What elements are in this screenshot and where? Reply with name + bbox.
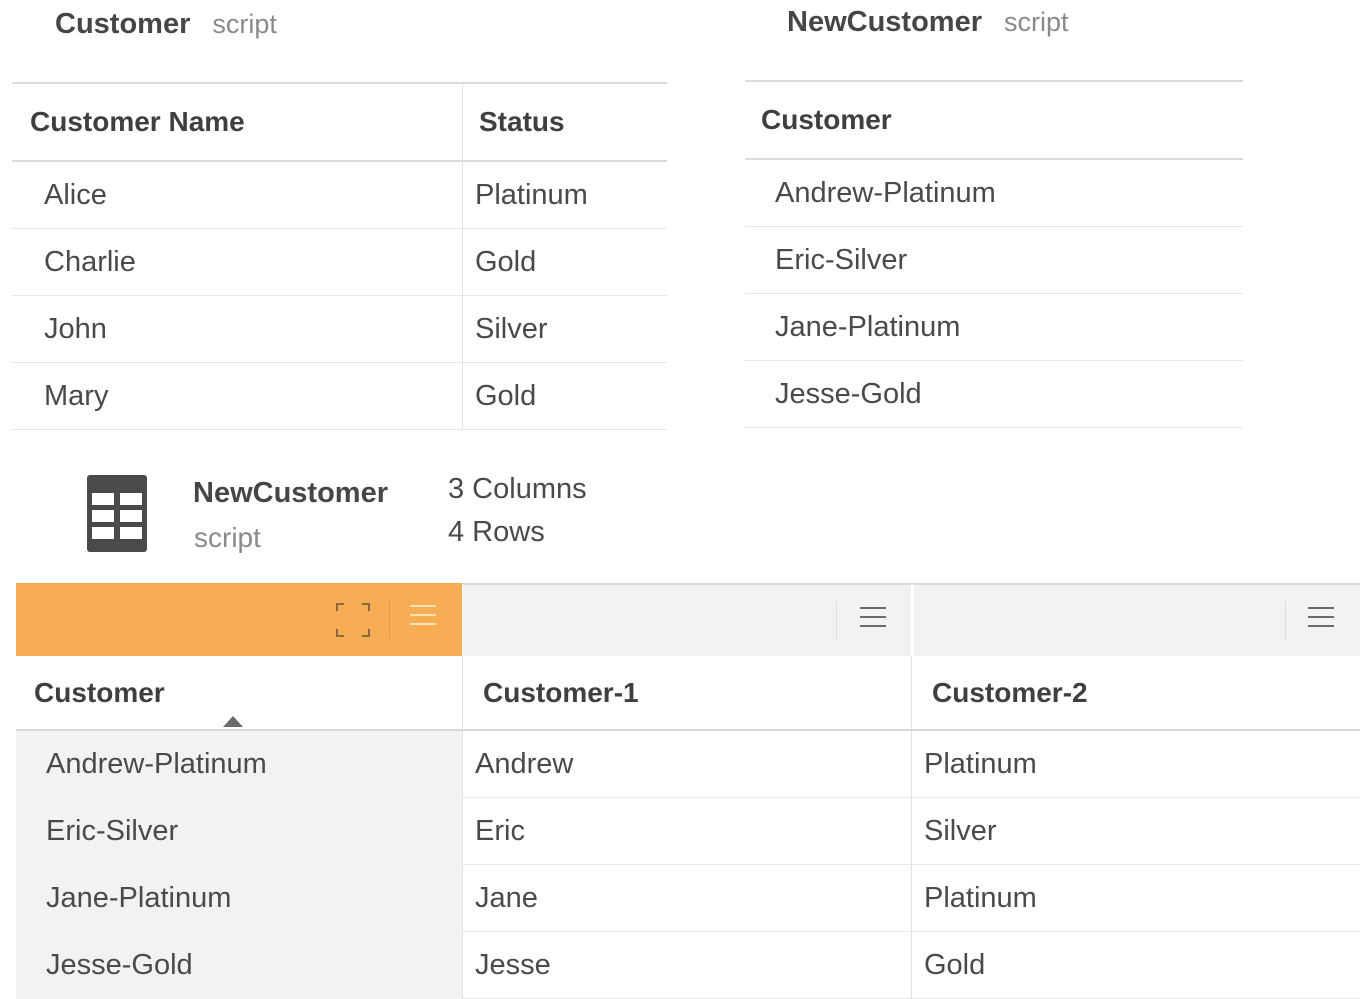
table-row: Jane-Platinum [745,294,1243,361]
cell-customer-2: Gold [911,932,1360,999]
newcustomer-table-title-group: NewCustomer script [787,6,1069,39]
expand-icon[interactable] [336,603,370,637]
column-header-customer-2[interactable]: Customer-2 [911,656,1360,729]
cell-status: Platinum [475,178,588,211]
cell-customer-2: Silver [911,798,1360,865]
column-header-customer-1[interactable]: Customer-1 [462,656,911,729]
info-column-count: 3 Columns [448,473,587,505]
cell-status: Gold [475,245,537,278]
cell-customer-2: Platinum [911,731,1360,798]
column-toolbar-customer-2 [911,583,1360,656]
table-icon [86,474,148,553]
cell-customer-name: Mary [12,363,463,429]
table-row: John Silver [12,296,667,363]
toolbar-divider [836,601,837,641]
column-toolbar-customer-1 [462,583,911,656]
customer-table-title-group: Customer script [55,8,277,41]
cell-customer: Andrew-Platinum [775,176,996,209]
table-row: Andrew-Platinum [745,160,1243,227]
cell-customer: Eric-Silver [16,798,462,865]
cell-status: Gold [475,379,537,412]
cell-customer: Jesse-Gold [16,932,462,999]
table-row: Mary Gold [12,363,667,430]
cell-customer: Jane-Platinum [16,865,462,932]
column-toolbar [16,583,1360,656]
newcustomer-table-subtitle: script [1004,7,1069,37]
customer-table-subtitle: script [212,9,277,39]
column-header-status[interactable]: Status [463,84,667,160]
column-header-customer[interactable]: Customer [745,82,1243,158]
toolbar-divider [389,599,390,639]
preview-table-header: Customer Customer-1 Customer-2 [16,656,1360,731]
newcustomer-table-header: Customer [745,82,1243,160]
hamburger-menu-icon[interactable] [1308,607,1334,629]
info-row-count: 4 Rows [448,516,545,548]
table-row: Jesse-Gold Jesse Gold [16,932,1360,999]
cell-customer: Jesse-Gold [775,377,922,410]
cell-customer-name: Charlie [12,229,463,295]
cell-customer-1: Andrew [462,731,911,798]
hamburger-menu-icon[interactable] [410,605,436,627]
newcustomer-table: Customer Andrew-Platinum Eric-Silver Jan… [745,80,1243,428]
toolbar-divider [1285,601,1286,641]
sort-ascending-icon[interactable] [223,716,243,727]
table-row: Charlie Gold [12,229,667,296]
table-row: Eric-Silver Eric Silver [16,798,1360,865]
preview-table: Customer Customer-1 Customer-2 Andrew-Pl… [16,583,1360,999]
info-table-subtitle: script [194,522,261,553]
cell-customer-name: Alice [12,162,463,228]
info-table-name: NewCustomer [193,477,388,509]
cell-status: Silver [475,312,548,345]
table-row: Alice Platinum [12,162,667,229]
table-row: Jesse-Gold [745,361,1243,428]
cell-customer-1: Jesse [462,932,911,999]
cell-customer-1: Eric [462,798,911,865]
cell-customer: Andrew-Platinum [16,731,462,798]
cell-customer-2: Platinum [911,865,1360,932]
cell-customer-1: Jane [462,865,911,932]
column-header-customer-name[interactable]: Customer Name [12,84,463,160]
cell-customer-name: John [12,296,463,362]
customer-table-header: Customer Name Status [12,84,667,162]
table-row: Jane-Platinum Jane Platinum [16,865,1360,932]
customer-table: Customer Name Status Alice Platinum Char… [12,82,667,430]
table-row: Eric-Silver [745,227,1243,294]
table-row: Andrew-Platinum Andrew Platinum [16,731,1360,798]
column-toolbar-customer [16,583,462,656]
cell-customer: Jane-Platinum [775,310,961,343]
newcustomer-table-title: NewCustomer [787,6,982,38]
customer-table-title: Customer [55,8,191,40]
column-header-label: Customer [34,676,165,708]
cell-customer: Eric-Silver [775,243,908,276]
hamburger-menu-icon[interactable] [860,607,886,629]
column-header-customer[interactable]: Customer [16,656,462,729]
